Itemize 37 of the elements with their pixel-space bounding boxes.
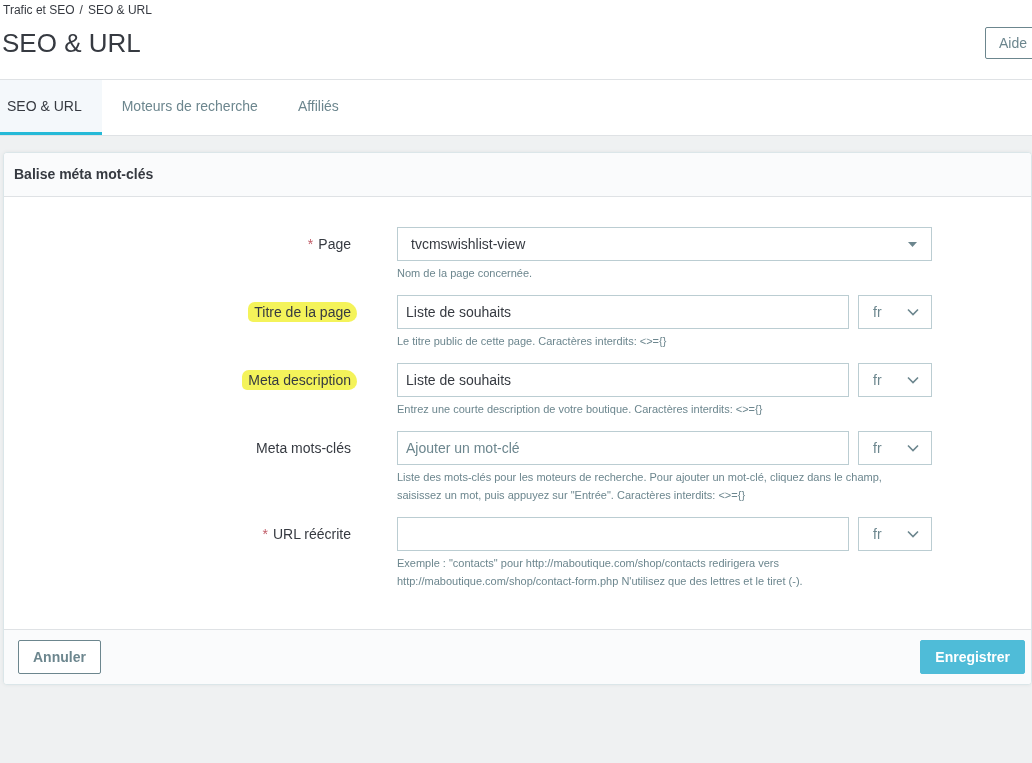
help-text: Exemple : "contacts" pour http://maboutique.com/shop/contacts redirigera vers http://maboutique.com/shop/contact-form.php N'utilisez que des lettres et le tiret (-).: [397, 556, 804, 589]
chevron-down-icon: [907, 530, 919, 538]
chevron-down-icon: [907, 308, 919, 316]
breadcrumb-link[interactable]: SEO & URL: [87, 3, 152, 17]
text-field[interactable]: Liste de souhaits: [397, 295, 849, 329]
text-field[interactable]: Liste de souhaits: [397, 363, 849, 397]
field-label: Titre de la page: [248, 302, 357, 322]
cancel-button[interactable]: Annuler: [18, 640, 101, 674]
chevron-down-icon: [907, 376, 919, 384]
panel-title: Balise méta mot-clés: [14, 166, 154, 182]
tab[interactable]: Moteurs de recherche: [101, 80, 278, 135]
breadcrumb-separator: /: [79, 3, 83, 17]
help-text: Liste des mots-clés pour les moteurs de recherche. Pour ajouter un mot-clé, cliquez dans le champ, saisissez un mot, puis appuyez sur "Entrée". Caractères interdits: <>={}: [397, 470, 883, 503]
save-button[interactable]: Enregistrer: [920, 640, 1025, 674]
page-select[interactable]: tvcmswishlist-view: [397, 227, 932, 261]
tab[interactable]: Affiliés: [277, 80, 359, 135]
language-select[interactable]: fr: [858, 517, 932, 551]
help-text: Entrez une courte description de votre boutique. Caractères interdits: <>={}: [397, 402, 764, 417]
breadcrumb-link[interactable]: Trafic et SEO: [3, 3, 75, 17]
language-select[interactable]: fr: [858, 431, 932, 465]
field-label: Meta description: [242, 370, 357, 390]
chevron-down-icon: [907, 444, 919, 452]
help-button[interactable]: Aide: [984, 27, 1032, 59]
field-label: * Page: [306, 235, 352, 254]
text-field[interactable]: [397, 517, 849, 551]
text-field[interactable]: Ajouter un mot-clé: [397, 431, 849, 465]
help-text: Nom de la page concernée.: [397, 266, 534, 281]
required-asterisk: *: [262, 526, 268, 542]
language-select[interactable]: fr: [858, 295, 932, 329]
page-title: SEO & URL: [2, 27, 141, 59]
required-asterisk: *: [307, 236, 314, 252]
help-text: Le titre public de cette page. Caractères interdits: <>={}: [397, 334, 668, 349]
caret-down-icon: [908, 241, 917, 247]
field-label: Meta mots-clés: [255, 439, 352, 458]
tab[interactable]: SEO & URL: [0, 80, 102, 135]
field-label: * URL réécrite: [261, 525, 352, 544]
language-select[interactable]: fr: [858, 363, 932, 397]
